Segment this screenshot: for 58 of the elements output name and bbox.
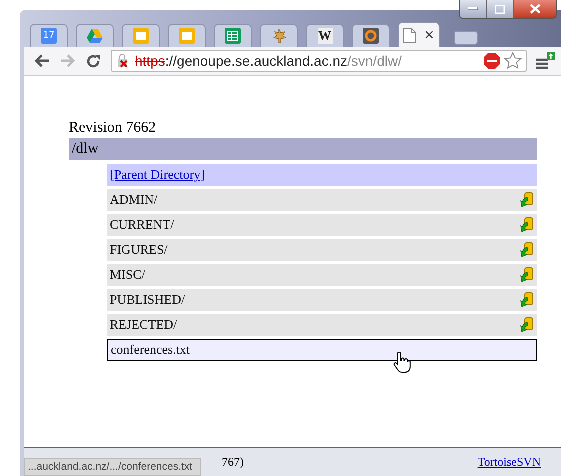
listing-row[interactable]: CURRENT/ [107, 214, 537, 236]
entry-name: REJECTED/ [110, 317, 178, 333]
entry-name: MISC/ [110, 267, 146, 283]
calendar-icon: 17 [41, 28, 57, 44]
folder-switch-icon[interactable] [519, 217, 534, 233]
browser-tab[interactable] [214, 24, 252, 47]
close-window-button[interactable] [514, 0, 556, 18]
listing-row[interactable]: FIGURES/ [107, 239, 537, 261]
listing-row[interactable]: PUBLISHED/ [107, 289, 537, 311]
url-path: /svn/dlw/ [348, 53, 402, 69]
parent-directory-link[interactable]: [Parent Directory] [110, 167, 205, 183]
ring-icon [363, 28, 379, 44]
star-icon[interactable] [504, 52, 522, 70]
slides-icon [133, 28, 149, 44]
slides-icon [179, 28, 195, 44]
browser-tab[interactable] [122, 24, 160, 47]
triangle-icon [87, 29, 103, 43]
folder-switch-icon[interactable] [519, 242, 534, 258]
entry-name: conferences.txt [111, 342, 192, 358]
folder-switch-icon[interactable] [519, 292, 534, 308]
browser-tab[interactable]: W [306, 24, 344, 47]
url-host: ://genoupe.se.auckland.ac.nz [165, 53, 348, 69]
url-scheme: https [135, 53, 166, 69]
stop-sign-icon[interactable] [483, 52, 501, 70]
page-icon [403, 28, 416, 42]
letter-icon: W [318, 28, 332, 44]
leaf-icon [271, 28, 287, 44]
listing-row[interactable]: REJECTED/ [107, 314, 537, 336]
minimize-button[interactable] [460, 0, 487, 18]
browser-tab[interactable] [352, 24, 390, 47]
path-header: /dlw [69, 138, 537, 160]
entry-name: CURRENT/ [110, 217, 176, 233]
close-icon [530, 4, 540, 14]
browser-tab[interactable] [168, 24, 206, 47]
folder-switch-icon[interactable] [519, 192, 534, 208]
listing-row[interactable]: ADMIN/ [107, 189, 537, 211]
entry-name: PUBLISHED/ [110, 292, 186, 308]
maximize-button[interactable] [487, 0, 514, 18]
folder-switch-icon[interactable] [519, 317, 534, 333]
entry-name: FIGURES/ [110, 242, 169, 258]
spreadsheet-icon [225, 28, 241, 44]
close-tab-button[interactable]: × [424, 28, 435, 42]
tortoisesvn-link[interactable]: TortoiseSVN [478, 454, 541, 470]
hand-cursor-icon [393, 352, 411, 374]
revision-title: Revision 7662 [69, 120, 158, 138]
maximize-icon [495, 4, 505, 14]
listing-row[interactable]: MISC/ [107, 264, 537, 286]
listing-row[interactable]: [Parent Directory] [107, 164, 537, 186]
browser-tab[interactable] [260, 24, 298, 47]
folder-switch-icon[interactable] [519, 267, 534, 283]
back-icon[interactable] [34, 54, 50, 68]
status-bubble: ...auckland.ac.nz/.../conferences.txt [24, 458, 201, 476]
address-field[interactable]: https://genoupe.se.auckland.ac.nz/svn/dlw/ [111, 50, 527, 72]
browser-tab[interactable]: × [398, 22, 440, 47]
entry-name: ADMIN/ [110, 192, 159, 208]
menu-icon[interactable] [535, 52, 555, 70]
reload-icon[interactable] [86, 54, 101, 68]
footer-text: 767) [222, 454, 244, 470]
